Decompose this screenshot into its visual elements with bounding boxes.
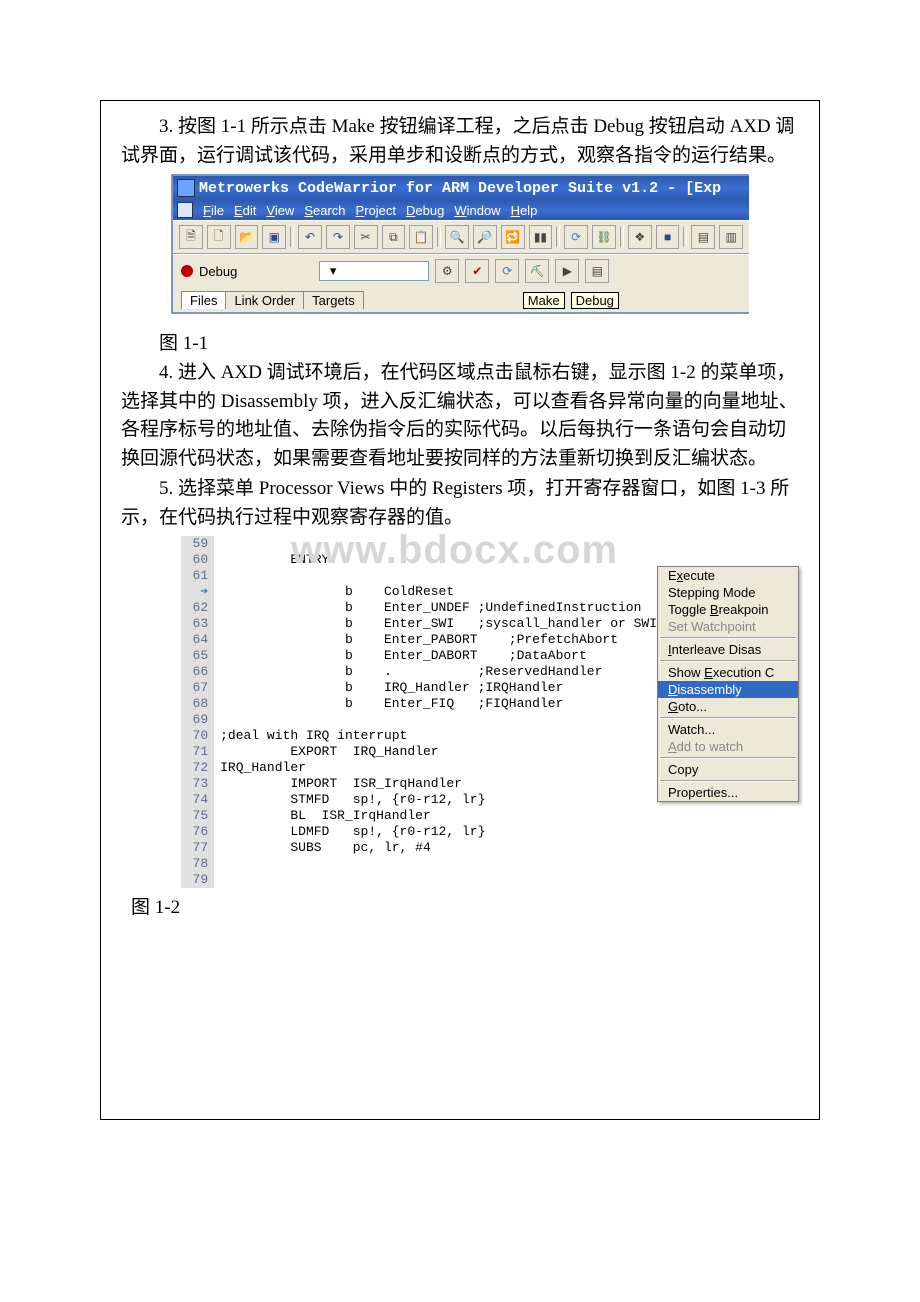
menu-file[interactable]: File	[203, 203, 224, 218]
paragraph-3: 3. 按图 1-1 所示点击 Make 按钮编译工程，之后点击 Debug 按钮…	[121, 113, 799, 170]
book-icon[interactable]: ▮▮	[529, 225, 553, 249]
make-tooltip: Make	[523, 292, 565, 309]
tab-files[interactable]: Files	[181, 291, 226, 309]
line-gutter: 59 60 61➔ 62 63 64 65 66 67 68 69 70 71 …	[181, 536, 214, 888]
doc-list-icon[interactable]: ▤	[585, 259, 609, 283]
ctx-show-execution-c[interactable]: Show Execution C	[658, 664, 798, 681]
sync-icon[interactable]: ⟳	[495, 259, 519, 283]
find-icon[interactable]: 🔍	[445, 225, 469, 249]
menu-edit[interactable]: Edit	[234, 203, 256, 218]
menu-debug[interactable]: Debug	[406, 203, 444, 218]
axd-window: www.bdocx.com 59 60 61➔ 62 63 64 65 66 6…	[181, 536, 799, 888]
target-combo[interactable]: ▾	[319, 261, 429, 281]
ctx-goto-[interactable]: Goto...	[658, 698, 798, 715]
paste-icon[interactable]: 📋	[409, 225, 433, 249]
redo-icon[interactable]: ↷	[326, 225, 350, 249]
debug-tooltip: Debug	[571, 292, 619, 309]
figure-1-2-label: 图 1-2	[131, 892, 799, 919]
window-title: Metrowerks CodeWarrior for ARM Developer…	[199, 180, 721, 197]
menu-search[interactable]: Search	[304, 203, 345, 218]
codewarrior-window: Metrowerks CodeWarrior for ARM Developer…	[171, 174, 749, 314]
compile-icon[interactable]: ⟳	[564, 225, 588, 249]
grid-icon[interactable]: ▤	[691, 225, 715, 249]
ctx-add-to-watch: Add to watch	[658, 738, 798, 755]
target-toolbar: Debug ▾ ⚙ ✔ ⟳ ⛏ ▶ ▤	[173, 254, 749, 287]
target-icon	[181, 265, 193, 277]
save-icon[interactable]: ▣	[262, 225, 286, 249]
panel-icon[interactable]: ▥	[719, 225, 743, 249]
paragraph-5: 5. 选择菜单 Processor Views 中的 Registers 项，打…	[121, 475, 799, 532]
make-icon[interactable]: ⛏	[525, 259, 549, 283]
ctx-execute[interactable]: Execute	[658, 567, 798, 584]
ctx-set-watchpoint: Set Watchpoint	[658, 618, 798, 635]
replace-icon[interactable]: 🔁	[501, 225, 525, 249]
menu-project[interactable]: Project	[356, 203, 396, 218]
ctx-toggle-breakpoin[interactable]: Toggle Breakpoin	[658, 601, 798, 618]
check-icon[interactable]: ✔	[465, 259, 489, 283]
link-icon[interactable]: ⛓	[592, 225, 616, 249]
ctx-disassembly[interactable]: Disassembly	[658, 681, 798, 698]
cut-icon[interactable]: ✂	[354, 225, 378, 249]
errors-icon[interactable]: ❖	[628, 225, 652, 249]
main-toolbar: 🗎 🗋 📂 ▣ ↶ ↷ ✂ ⧉ 📋 🔍 🔎 🔁 ▮▮ ⟳ ⛓ ❖ ■ ▤ ▥	[173, 220, 749, 254]
undo-icon[interactable]: ↶	[298, 225, 322, 249]
run-icon[interactable]: ▶	[555, 259, 579, 283]
doc-icon	[177, 202, 193, 218]
menu-view[interactable]: View	[266, 203, 294, 218]
ctx-copy[interactable]: Copy	[658, 761, 798, 778]
code-body[interactable]: ENTRY b ColdReset b Enter_UNDEF ;Undefin…	[214, 536, 657, 856]
app-icon	[177, 179, 195, 197]
stop-icon[interactable]: ■	[656, 225, 680, 249]
menu-help[interactable]: Help	[511, 203, 538, 218]
menu-bar: File Edit View Search Project Debug Wind…	[173, 200, 749, 220]
tab-targets[interactable]: Targets	[303, 291, 364, 309]
project-tabs: Files Link Order Targets	[181, 291, 363, 309]
tab-link-order[interactable]: Link Order	[225, 291, 304, 309]
new-file-icon[interactable]: 🗋	[207, 225, 231, 249]
figure-1-1-label: 图 1-1	[121, 328, 799, 355]
ctx-stepping-mode[interactable]: Stepping Mode	[658, 584, 798, 601]
ctx-interleave-disas[interactable]: Interleave Disas	[658, 641, 798, 658]
open-icon[interactable]: 📂	[235, 225, 259, 249]
new-icon[interactable]: 🗎	[179, 225, 203, 249]
ctx-properties-[interactable]: Properties...	[658, 784, 798, 801]
find-files-icon[interactable]: 🔎	[473, 225, 497, 249]
target-label: Debug	[199, 264, 237, 279]
title-bar: Metrowerks CodeWarrior for ARM Developer…	[173, 176, 749, 200]
menu-window[interactable]: Window	[454, 203, 500, 218]
context-menu: ExecuteStepping ModeToggle BreakpoinSet …	[657, 566, 799, 802]
ctx-watch-[interactable]: Watch...	[658, 721, 798, 738]
paragraph-4: 4. 进入 AXD 调试环境后，在代码区域点击鼠标右键，显示图 1-2 的菜单项…	[121, 359, 799, 473]
copy-icon[interactable]: ⧉	[382, 225, 406, 249]
settings-icon[interactable]: ⚙	[435, 259, 459, 283]
